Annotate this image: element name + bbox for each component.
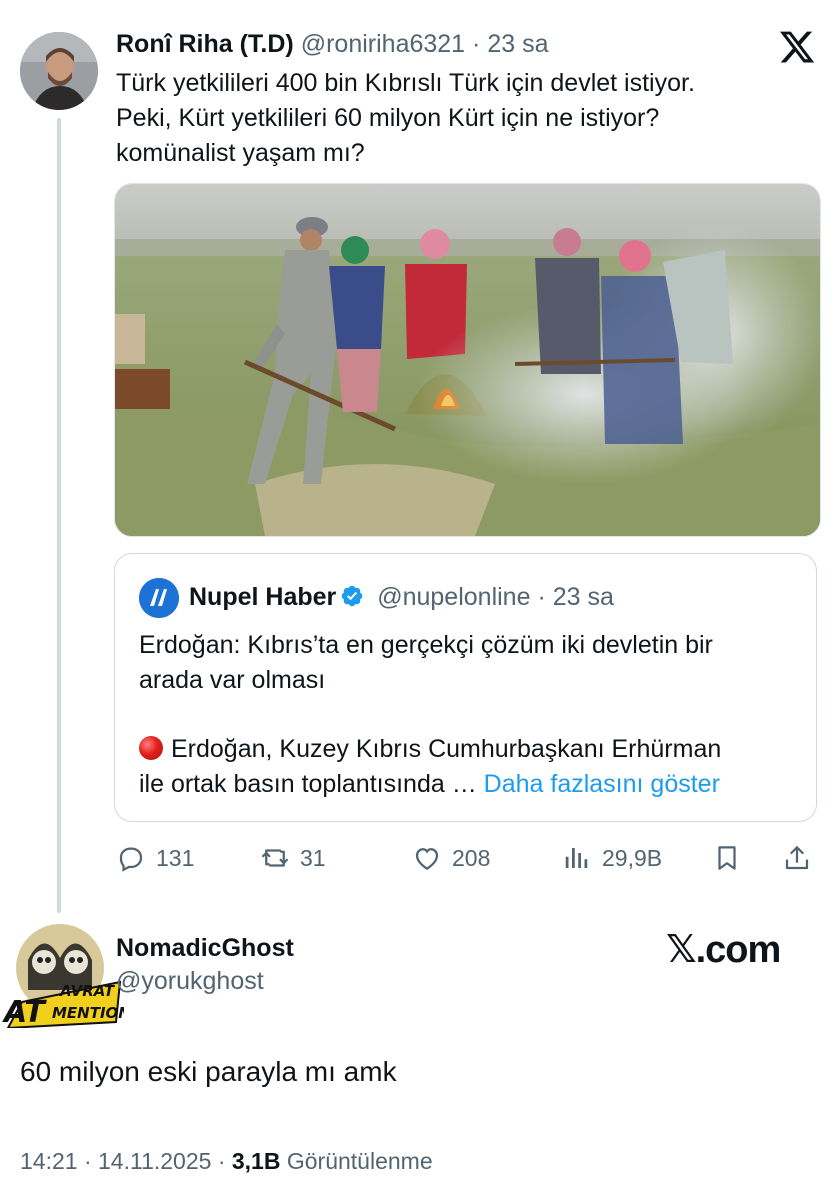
author-avatar[interactable]: [20, 32, 98, 110]
red-circle-icon: [139, 736, 163, 760]
quote-time[interactable]: 23 sa: [553, 583, 614, 611]
quote-header: Nupel Haber @nupelonline · 23 sa: [189, 582, 614, 612]
author-name[interactable]: Ronî Riha (T.D): [116, 30, 294, 58]
field-burning-photo: [115, 184, 820, 536]
views-action[interactable]: 29,9B: [562, 838, 662, 878]
quote-author-name[interactable]: Nupel Haber: [189, 583, 336, 611]
repost-icon: [262, 849, 288, 867]
quote-headline-line: arada var olması: [139, 666, 326, 694]
tweet-text-line: Peki, Kürt yetkilileri 60 milyon Kürt iç…: [116, 104, 660, 132]
like-action[interactable]: 208: [412, 838, 490, 878]
badge-text-bottom: MENTION: [52, 1004, 124, 1022]
reply-icon: [119, 847, 143, 872]
reply-action[interactable]: 131: [116, 838, 194, 878]
bookmark-icon: [718, 846, 736, 870]
tweet-header: Ronî Riha (T.D) @roniriha6321 · 23 sa: [116, 29, 549, 59]
tweet-text: Türk yetkilileri 400 bin Kıbrıslı Türk i…: [116, 66, 806, 171]
meta-separator: ·: [83, 1148, 92, 1174]
x-com-watermark: 𝕏.com: [666, 929, 781, 971]
x-logo-icon: [778, 28, 816, 66]
like-count: 208: [452, 844, 491, 871]
repost-count: 31: [300, 844, 326, 871]
show-more-link[interactable]: Daha fazlasını göster: [484, 770, 720, 798]
verified-badge-icon: [340, 584, 364, 608]
share-icon: [785, 846, 809, 870]
badge-text-top: AVRAT: [59, 982, 116, 1000]
reply-text: 60 milyon eski parayla mı amk: [20, 1056, 397, 1087]
tweet-photo[interactable]: [114, 183, 821, 537]
tweet-text-line: Türk yetkilileri 400 bin Kıbrıslı Türk i…: [116, 69, 695, 97]
reply-meta: 14:21 · 14.11.2025 · 3,1B Görüntülenme: [20, 1146, 433, 1176]
quote-author-avatar[interactable]: [139, 578, 179, 618]
repost-action[interactable]: 31: [260, 838, 326, 878]
views-count: 29,9B: [602, 844, 663, 871]
quote-body-line: ile ortak basın toplantısında …: [139, 770, 477, 798]
reply-views-count: 3,1B: [231, 1148, 281, 1174]
nupel-logo-icon: [139, 578, 179, 618]
header-separator: ·: [472, 30, 481, 58]
reply-views-label: Görüntülenme: [286, 1148, 433, 1174]
bookmark-action[interactable]: [712, 838, 752, 878]
reply-time[interactable]: 14:21: [20, 1148, 78, 1174]
tweet-time[interactable]: 23 sa: [487, 30, 548, 58]
author-handle[interactable]: @roniriha6321: [301, 30, 465, 58]
reply-avatar-art: AT AVRAT MENTION: [2, 924, 131, 1030]
reply-author-avatar[interactable]: AT AVRAT MENTION: [0, 920, 131, 1030]
reply-date[interactable]: 14.11.2025: [98, 1148, 211, 1174]
reply-count: 131: [156, 844, 195, 871]
quote-body: Erdoğan, Kuzey Kıbrıs Cumhurbaşkanı Erhü…: [139, 732, 799, 802]
quote-headline: Erdoğan: Kıbrıs’ta en gerçekçi çözüm iki…: [139, 628, 799, 698]
quote-body-line: Erdoğan, Kuzey Kıbrıs Cumhurbaşkanı Erhü…: [171, 735, 722, 763]
author-avatar-photo: [20, 32, 98, 110]
badge-text-left: AT: [2, 995, 47, 1028]
views-icon: [565, 848, 588, 868]
quote-header-separator: ·: [537, 583, 546, 611]
meta-separator: ·: [217, 1148, 226, 1174]
quote-headline-line: Erdoğan: Kıbrıs’ta en gerçekçi çözüm iki…: [139, 631, 713, 659]
like-icon: [415, 848, 439, 870]
quote-author-handle[interactable]: @nupelonline: [377, 583, 530, 611]
share-action[interactable]: [782, 838, 822, 878]
thread-connector-line: [57, 118, 61, 913]
reply-author-name[interactable]: NomadicGhost: [116, 933, 294, 963]
quoted-tweet-card[interactable]: Nupel Haber @nupelonline · 23 sa Erdoğan…: [114, 553, 817, 822]
reply-author-handle[interactable]: @yorukghost: [116, 966, 264, 996]
tweet-text-line: komünalist yaşam mı?: [116, 139, 365, 167]
